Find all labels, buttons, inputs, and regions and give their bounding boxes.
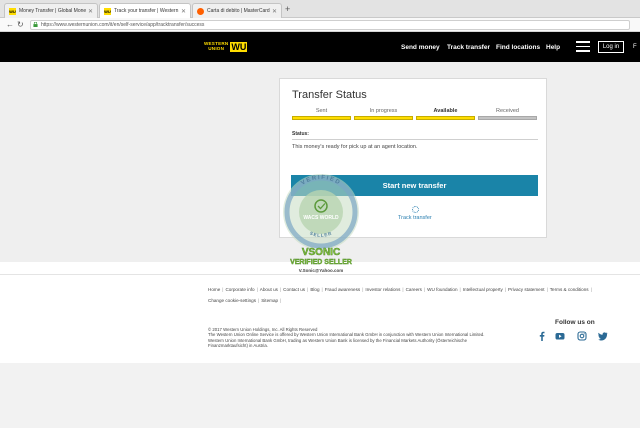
tab-title: Money Transfer | Global Money — [19, 8, 86, 14]
logo-mark: WU — [230, 42, 248, 52]
new-tab-button[interactable]: + — [285, 3, 290, 15]
card-title: Transfer Status — [292, 89, 367, 101]
separator: | — [402, 287, 404, 292]
footer-links: Home | Corporate info | About us | Contact us |… — [208, 284, 592, 306]
footer-link-intellectual-property[interactable]: Intellectual property — [463, 287, 503, 292]
footer-link-careers[interactable]: Careers — [406, 287, 422, 292]
footer-link-corporate-info[interactable]: Corporate info — [225, 287, 254, 292]
legal-line: Finanzmarktaufsicht) in Austria. — [208, 343, 268, 349]
wu-favicon-icon: WU — [9, 7, 16, 15]
tab-title: Track your transfer | Western U — [114, 8, 179, 14]
close-tab-icon[interactable]: ✕ — [88, 8, 93, 15]
step-label: Available — [433, 108, 458, 114]
separator: | — [258, 298, 260, 303]
step-label: Sent — [315, 108, 328, 114]
separator: | — [362, 287, 364, 292]
login-button[interactable]: Log in — [598, 41, 624, 53]
step-label: In progress — [369, 108, 398, 114]
close-tab-icon[interactable]: ✕ — [272, 8, 277, 15]
site-header — [0, 32, 640, 62]
footer-divider — [0, 274, 640, 275]
mastercard-favicon-icon — [197, 7, 204, 15]
step-bar — [354, 116, 413, 120]
lock-icon — [33, 22, 38, 27]
reload-icon[interactable]: ↻ — [17, 20, 24, 30]
browser-tab-bar: WU Money Transfer | Global Money ✕ WU Tr… — [0, 0, 640, 18]
separator: | — [459, 287, 461, 292]
url-field[interactable]: https://www.westernunion.com/it/en/self-… — [30, 20, 630, 30]
step-bar — [478, 116, 537, 120]
footer-link-terms[interactable]: Terms & conditions — [550, 287, 589, 292]
back-arrow-icon[interactable]: ← — [6, 20, 14, 30]
nav-track-transfer[interactable]: Track transfer — [447, 44, 490, 51]
close-tab-icon[interactable]: ✕ — [181, 8, 186, 15]
separator: | — [307, 287, 309, 292]
logo-text-bottom: UNION — [208, 46, 225, 51]
verified-seller-watermark: VERIFIED WACS WORLD SELLER VSONIC VERIFI… — [283, 174, 359, 273]
step-in-progress: In progress — [354, 108, 413, 120]
footer-link-home[interactable]: Home — [208, 287, 220, 292]
watermark-ring-middle: WACS WORLD — [303, 215, 339, 221]
facebook-icon[interactable] — [537, 331, 547, 341]
step-label: Received — [496, 108, 519, 114]
separator: | — [423, 287, 426, 292]
nav-send-money[interactable]: Send money — [401, 44, 440, 51]
footer-link-about-us[interactable]: About us — [260, 287, 278, 292]
separator: | — [256, 287, 258, 292]
follow-us-heading: Follow us on — [555, 319, 595, 326]
youtube-icon[interactable] — [555, 331, 565, 341]
url-text: https://www.westernunion.com/it/en/self-… — [41, 22, 205, 28]
step-available: Available — [416, 108, 475, 120]
footer-link-sitemap[interactable]: Sitemap — [261, 298, 278, 303]
menu-hamburger-icon[interactable] — [576, 41, 590, 52]
tab-title: Carta di debito | MasterCard — [207, 8, 270, 14]
watermark-line3: V.Sonic@Yahoo.com — [299, 268, 343, 273]
footer-link-privacy-statement[interactable]: Privacy statement — [508, 287, 545, 292]
address-bar-row: ← ↻ https://www.westernunion.com/it/en/s… — [0, 18, 640, 32]
footer-link-wu-foundation[interactable]: WU foundation — [427, 287, 457, 292]
browser-tab-track-transfer[interactable]: WU Track your transfer | Western U ✕ — [99, 3, 191, 18]
progress-steps: Sent In progress Available Received — [292, 108, 538, 122]
wu-favicon-icon: WU — [104, 7, 111, 15]
track-transfer-link[interactable]: Track transfer — [398, 215, 432, 221]
logo-wordmark: WESTERN UNION — [204, 42, 228, 51]
footer-link-cookie-settings[interactable]: Change cookie-settings — [208, 298, 256, 303]
page-bottom-area — [0, 363, 640, 428]
separator: | — [590, 287, 592, 292]
separator: | — [321, 287, 323, 292]
instagram-icon[interactable] — [577, 331, 587, 341]
separator: | — [504, 287, 507, 292]
footer-link-investor-relations[interactable]: Investor relations — [365, 287, 400, 292]
watermark-line2: VERIFIED SELLER — [290, 259, 352, 266]
step-received: Received — [478, 108, 537, 120]
separator: | — [222, 287, 224, 292]
footer-link-contact-us[interactable]: Contact us — [283, 287, 305, 292]
step-sent: Sent — [292, 108, 351, 120]
nav-help[interactable]: Help — [546, 44, 560, 51]
separator: | — [279, 287, 282, 292]
nav-find-locations[interactable]: Find locations — [496, 44, 540, 51]
twitter-icon[interactable] — [598, 331, 608, 341]
step-bar — [292, 116, 351, 120]
western-union-logo[interactable]: WESTERN UNION WU — [204, 42, 248, 52]
footer-link-blog[interactable]: Blog — [310, 287, 319, 292]
step-bar — [416, 116, 475, 120]
browser-tab-money-transfer[interactable]: WU Money Transfer | Global Money ✕ — [4, 3, 98, 18]
browser-tab-mastercard[interactable]: Carta di debito | MasterCard ✕ — [192, 3, 282, 18]
legal-text: © 2017 Western Union Holdings, Inc. All … — [208, 327, 538, 349]
screen: WU Money Transfer | Global Money ✕ WU Tr… — [0, 0, 640, 428]
header-edge-text: F — [633, 44, 637, 50]
separator: | — [280, 298, 282, 303]
separator: | — [546, 287, 548, 292]
loading-spinner-icon — [412, 206, 419, 213]
footer-link-fraud-awareness[interactable]: Fraud awareness — [325, 287, 361, 292]
status-label: Status: — [292, 131, 309, 137]
divider — [292, 139, 538, 140]
watermark-line1: VSONIC — [302, 247, 340, 258]
status-text: This money's ready for pick up at an age… — [292, 144, 418, 150]
